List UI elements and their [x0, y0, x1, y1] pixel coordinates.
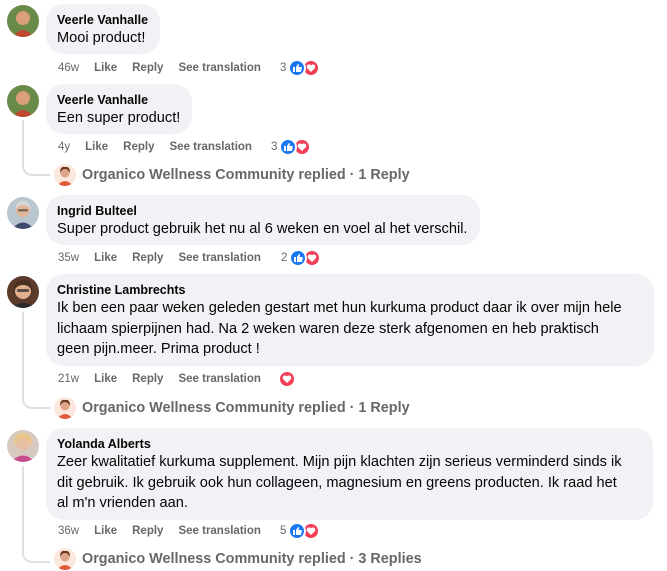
thread-connector [22, 395, 50, 409]
avatar[interactable] [7, 430, 39, 462]
comment-bubble: Christine Lambrechts Ik ben een paar wek… [46, 274, 654, 366]
replies-summary[interactable]: Organico Wellness Community replied · 3 … [82, 551, 422, 567]
comment-author[interactable]: Ingrid Bulteel [57, 203, 468, 219]
comment-author[interactable]: Veerle Vanhalle [57, 12, 148, 28]
like-button[interactable]: Like [94, 248, 117, 268]
see-translation-button[interactable]: See translation [170, 137, 252, 157]
page-avatar [54, 164, 76, 186]
avatar[interactable] [7, 276, 39, 308]
reaction-count: 2 [281, 252, 288, 264]
comment-text: Super product gebruik het nu al 6 weken … [57, 221, 468, 237]
reply-button[interactable]: Reply [132, 369, 163, 389]
comment-text: Mooi product! [57, 30, 146, 46]
comment-author[interactable]: Christine Lambrechts [57, 282, 642, 298]
comment-actions: 36w Like Reply See translation [58, 521, 261, 541]
reply-button[interactable]: Reply [132, 248, 163, 268]
reactions[interactable]: 5 [280, 521, 321, 541]
thread-connector [22, 162, 50, 176]
avatar[interactable] [7, 5, 39, 37]
reply-button[interactable]: Reply [132, 521, 163, 541]
like-button[interactable]: Like [94, 369, 117, 389]
thread-connector [22, 549, 50, 563]
avatar[interactable] [7, 197, 39, 229]
page-avatar [54, 397, 76, 419]
reply-button[interactable]: Reply [132, 58, 163, 78]
see-translation-button[interactable]: See translation [178, 369, 260, 389]
like-button[interactable]: Like [85, 137, 108, 157]
comment-bubble: Ingrid Bulteel Super product gebruik het… [46, 195, 480, 245]
comment-text: Een super product! [57, 110, 181, 126]
comment-author[interactable]: Veerle Vanhalle [57, 92, 180, 108]
thread-line [22, 466, 24, 551]
reaction-count: 3 [271, 141, 278, 153]
replies-summary[interactable]: Organico Wellness Community replied · 1 … [82, 400, 410, 416]
comment-actions: 4y Like Reply See translation [58, 137, 252, 157]
timestamp[interactable]: 4y [58, 137, 70, 157]
reactions[interactable] [276, 369, 296, 389]
thread-line [22, 312, 24, 397]
comment-text: Ik ben een paar weken geleden gestart me… [57, 300, 622, 357]
avatar[interactable] [7, 85, 39, 117]
see-translation-button[interactable]: See translation [178, 521, 260, 541]
thread-line [22, 120, 24, 164]
timestamp[interactable]: 21w [58, 369, 79, 389]
replies-summary[interactable]: Organico Wellness Community replied · 1 … [82, 167, 410, 183]
reaction-count: 5 [280, 525, 287, 537]
timestamp[interactable]: 36w [58, 521, 79, 541]
comment-author[interactable]: Yolanda Alberts [57, 436, 641, 452]
comment-actions: 46w Like Reply See translation [58, 58, 261, 78]
view-replies-link[interactable]: Organico Wellness Community replied · 1 … [54, 163, 410, 187]
page-avatar [54, 548, 76, 570]
see-translation-button[interactable]: See translation [178, 248, 260, 268]
comment-bubble: Yolanda Alberts Zeer kwalitatief kurkuma… [46, 428, 653, 520]
love-icon [278, 370, 296, 388]
comment-bubble: Veerle Vanhalle Mooi product! [46, 4, 161, 54]
reactions[interactable]: 3 [271, 137, 312, 157]
like-button[interactable]: Like [94, 58, 117, 78]
reaction-count: 3 [280, 62, 287, 74]
reactions[interactable]: 2 [281, 248, 322, 268]
comment-actions: 35w Like Reply See translation [58, 248, 261, 268]
comment-actions: 21w Like Reply See translation [58, 369, 261, 389]
reply-button[interactable]: Reply [123, 137, 154, 157]
comment-text: Zeer kwalitatief kurkuma supplement. Mij… [57, 454, 622, 511]
reactions[interactable]: 3 [280, 58, 321, 78]
view-replies-link[interactable]: Organico Wellness Community replied · 3 … [54, 547, 422, 571]
view-replies-link[interactable]: Organico Wellness Community replied · 1 … [54, 396, 410, 420]
see-translation-button[interactable]: See translation [178, 58, 260, 78]
comment-bubble: Veerle Vanhalle Een super product! [46, 84, 193, 134]
timestamp[interactable]: 35w [58, 248, 79, 268]
timestamp[interactable]: 46w [58, 58, 79, 78]
like-button[interactable]: Like [94, 521, 117, 541]
